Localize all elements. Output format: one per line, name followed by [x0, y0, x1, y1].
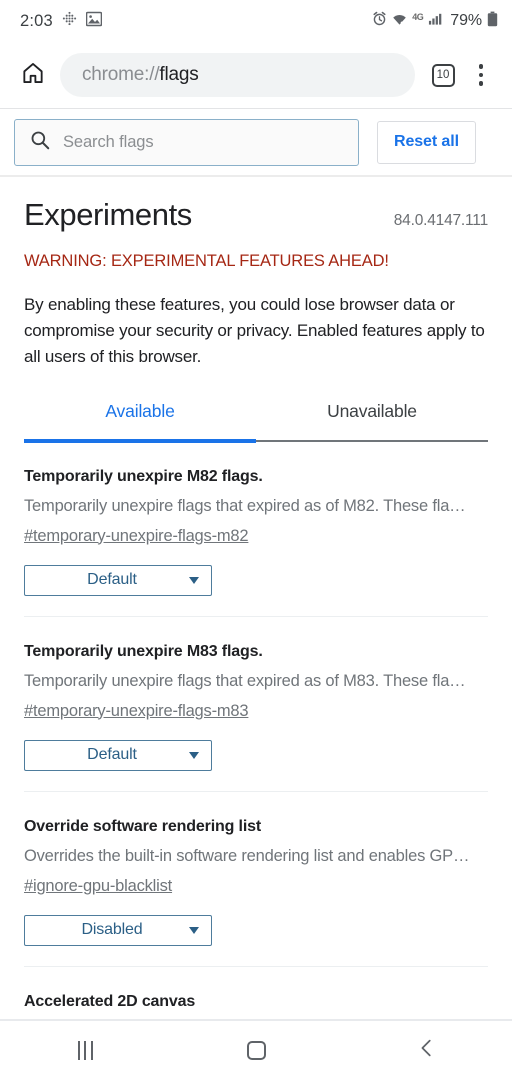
overflow-menu-icon-dot2 — [478, 72, 484, 78]
warning-banner: WARNING: EXPERIMENTAL FEATURES AHEAD! — [24, 252, 389, 270]
warning-description: By enabling these features, you could lo… — [24, 295, 485, 366]
home-icon — [20, 60, 46, 91]
android-status-bar: 2:03 4G 79% — [0, 0, 512, 42]
tab-count-label: 10 — [436, 69, 450, 81]
tab-active-indicator — [24, 439, 256, 443]
version-label: 84.0.4147.111 — [393, 212, 488, 229]
battery-percent-label: 79% — [450, 12, 482, 29]
search-icon — [29, 129, 51, 156]
flag-state-select[interactable]: Default — [24, 564, 212, 596]
search-input[interactable]: Search flags — [14, 118, 359, 166]
reset-all-button[interactable]: Reset all — [377, 120, 476, 164]
search-placeholder: Search flags — [63, 132, 154, 151]
flag-description: Temporarily unexpire flags that expired … — [24, 496, 466, 515]
flag-title: Accelerated 2D canvas — [24, 992, 196, 1010]
flag-state-value: Default — [87, 571, 137, 588]
home-icon — [246, 1041, 266, 1060]
chevron-down-icon — [189, 926, 199, 934]
flag-permalink[interactable]: #temporary-unexpire-flags-m82 — [24, 527, 249, 546]
page-header: Experiments 84.0.4147.111 — [24, 177, 488, 233]
tab-unavailable[interactable]: Unavailable — [256, 401, 488, 440]
tab-available[interactable]: Available — [24, 401, 256, 440]
chevron-down-icon — [189, 576, 199, 584]
tab-switcher-icon: 10 — [431, 63, 455, 87]
flag-entry: Temporarily unexpire M83 flags. Temporar… — [24, 617, 488, 792]
overflow-menu-icon — [478, 64, 484, 69]
signal-icon — [428, 11, 443, 31]
flag-state-select[interactable]: Disabled — [24, 914, 212, 946]
flags-list: Temporarily unexpire M82 flags. Temporar… — [24, 442, 488, 1011]
url-text: chrome://flags — [82, 64, 199, 86]
recents-icon — [77, 1041, 94, 1060]
back-icon — [416, 1037, 438, 1064]
overflow-menu-button[interactable] — [463, 57, 499, 93]
image-notification-icon — [85, 11, 103, 32]
flag-permalink[interactable]: #temporary-unexpire-flags-m83 — [24, 702, 249, 721]
tab-underline — [24, 439, 488, 443]
flag-description: Temporarily unexpire flags that expired … — [24, 671, 466, 690]
overflow-menu-icon-dot3 — [478, 81, 484, 86]
tab-switcher-button[interactable]: 10 — [425, 57, 461, 93]
recents-button[interactable] — [0, 1021, 171, 1080]
flag-permalink[interactable]: #ignore-gpu-blacklist — [24, 877, 172, 896]
network-type-label: 4G — [412, 11, 424, 22]
home-button[interactable] — [14, 56, 52, 94]
url-scheme: chrome:// — [82, 64, 160, 85]
status-bar-left: 2:03 — [20, 11, 103, 32]
move-notification-icon — [62, 11, 77, 31]
flag-state-select[interactable]: Default — [24, 739, 212, 771]
flag-entry: Override software rendering list Overrid… — [24, 792, 488, 967]
flag-state-value: Default — [87, 746, 137, 763]
flag-title: Override software rendering list — [24, 817, 262, 835]
battery-icon — [487, 11, 498, 32]
status-bar-right: 4G 79% — [372, 11, 498, 32]
flag-title: Temporarily unexpire M83 flags. — [24, 642, 263, 660]
flag-entry-partial: Accelerated 2D canvas — [24, 967, 488, 1011]
flags-content: Experiments 84.0.4147.111 WARNING: EXPER… — [0, 177, 512, 1011]
url-bar[interactable]: chrome://flags — [60, 53, 415, 97]
back-button[interactable] — [341, 1021, 512, 1080]
flag-state-value: Disabled — [81, 921, 143, 938]
browser-toolbar: chrome://flags 10 — [0, 42, 512, 108]
flags-tabs: Available Unavailable — [24, 401, 488, 440]
wifi-icon — [392, 11, 407, 31]
app-viewport: 2:03 4G 79% chrome://flags 10 Search fla… — [0, 0, 512, 1020]
flags-search-row: Search flags Reset all — [0, 109, 512, 175]
chevron-down-icon — [189, 751, 199, 759]
flag-entry: Temporarily unexpire M82 flags. Temporar… — [24, 442, 488, 617]
flag-title: Temporarily unexpire M82 flags. — [24, 467, 263, 485]
home-nav-button[interactable] — [171, 1021, 342, 1080]
page-title: Experiments — [24, 197, 192, 232]
flag-description: Overrides the built-in software renderin… — [24, 846, 470, 865]
alarm-icon — [372, 11, 387, 31]
url-path: flags — [159, 64, 199, 85]
status-bar-clock: 2:03 — [20, 11, 53, 30]
android-nav-bar — [0, 1020, 512, 1080]
